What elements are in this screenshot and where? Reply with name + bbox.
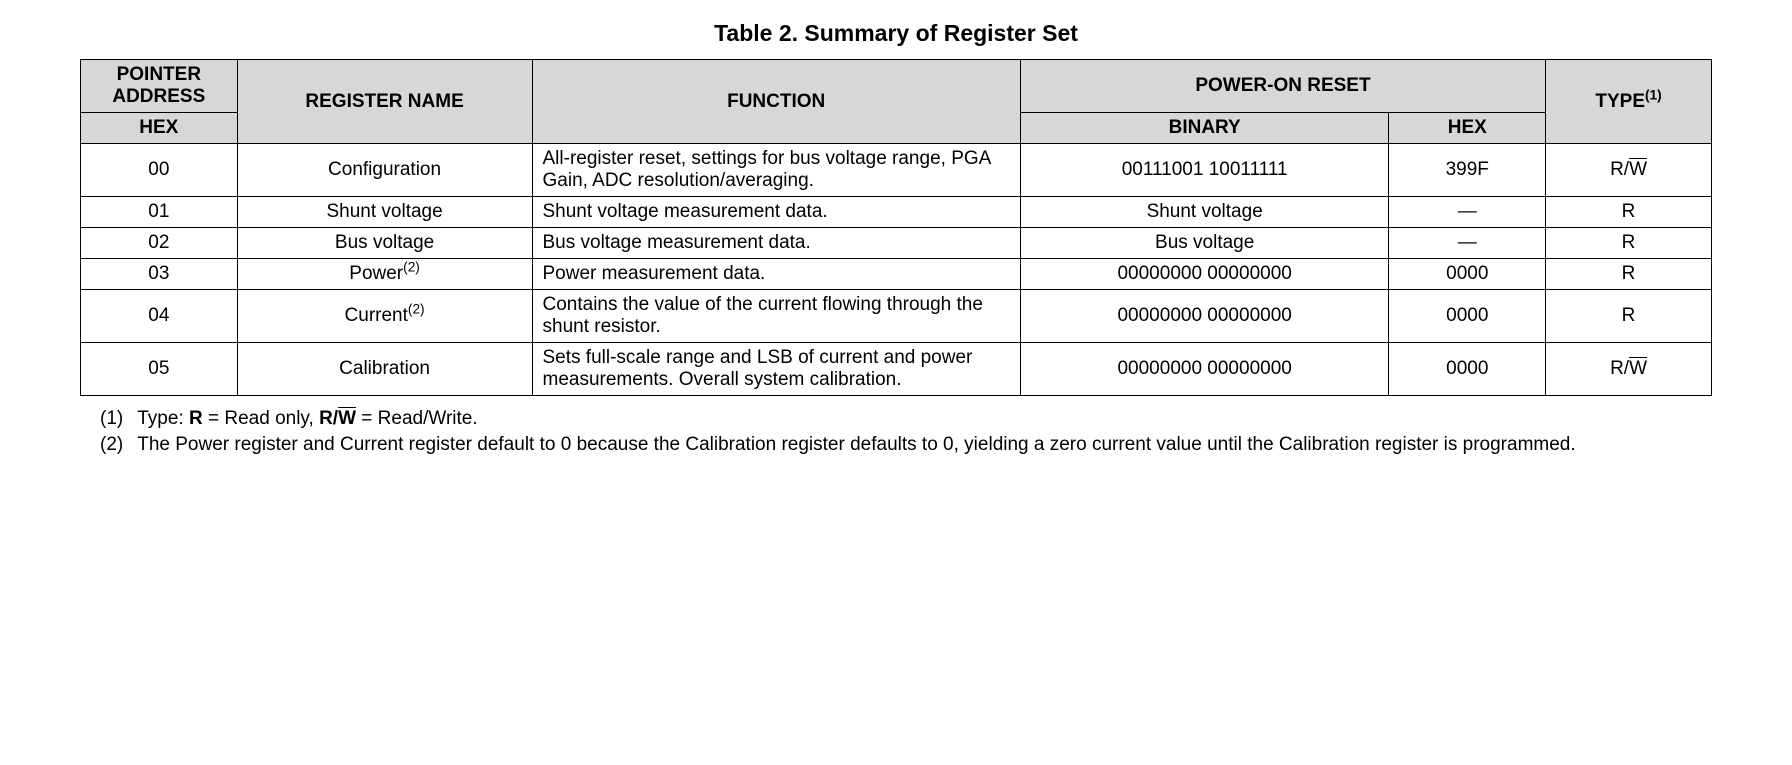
cell-hex-val: —	[1389, 228, 1546, 259]
table-row: 01Shunt voltageShunt voltage measurement…	[81, 197, 1712, 228]
register-name-text: Current	[345, 305, 408, 326]
cell-hex-val: 0000	[1389, 259, 1546, 290]
register-name-text: Bus voltage	[335, 232, 434, 253]
type-pre: R	[1622, 305, 1636, 326]
header-register-name: REGISTER NAME	[237, 60, 532, 144]
cell-type: R	[1546, 228, 1712, 259]
header-type-sup: (1)	[1645, 87, 1662, 102]
register-name-text: Shunt voltage	[326, 201, 442, 222]
cell-function: Shunt voltage measurement data.	[532, 197, 1020, 228]
cell-hex-address: 00	[81, 144, 238, 197]
register-name-text: Power	[349, 263, 403, 284]
header-type-label: TYPE	[1595, 91, 1645, 112]
table-row: 00 Configuration All-register reset, setti…	[81, 144, 1712, 197]
cell-binary: Shunt voltage	[1020, 197, 1389, 228]
cell-hex-val: 399F	[1389, 144, 1546, 197]
cell-hex-address: 04	[81, 290, 238, 343]
cell-register-name: Configuration	[237, 144, 532, 197]
table-row: 03Power(2)Power measurement data.0000000…	[81, 259, 1712, 290]
footnote: (1) Type: R = Read only, R/W = Read/Write…	[100, 406, 1712, 432]
cell-binary: Bus voltage	[1020, 228, 1389, 259]
header-function: FUNCTION	[532, 60, 1020, 144]
header-hex: HEX	[81, 113, 238, 144]
cell-register-name: Power(2)	[237, 259, 532, 290]
cell-register-name: Shunt voltage	[237, 197, 532, 228]
footnote-bold2: R/W	[319, 408, 356, 429]
footnote-text: The Power register and Current register …	[137, 432, 1712, 458]
table-row: 04Current(2)Contains the value of the cu…	[81, 290, 1712, 343]
cell-type: R/W	[1546, 144, 1712, 197]
footnote-text: Type: R = Read only, R/W = Read/Write.	[137, 406, 1712, 432]
table-row: 05 Calibration Sets full-scale range and L…	[81, 343, 1712, 396]
type-pre: R	[1622, 201, 1636, 222]
cell-hex-val: 0000	[1389, 290, 1546, 343]
cell-hex-address: 01	[81, 197, 238, 228]
cell-binary: 00000000 00000000	[1020, 290, 1389, 343]
footnote-number: (2)	[100, 432, 123, 458]
footnote-number: (1)	[100, 406, 123, 432]
footnote-bold2-over: W	[338, 408, 356, 429]
cell-register-name: Bus voltage	[237, 228, 532, 259]
cell-register-name: Current(2)	[237, 290, 532, 343]
type-pre: R	[1622, 263, 1636, 284]
table-body: 00 Configuration All-register reset, setti…	[81, 144, 1712, 396]
register-name-sup: (2)	[403, 260, 420, 275]
header-pointer-address: POINTER ADDRESS	[81, 60, 238, 113]
type-pre: R	[1622, 232, 1636, 253]
cell-function: Sets full-scale range and LSB of current…	[532, 343, 1020, 396]
cell-binary: 00000000 00000000	[1020, 343, 1389, 396]
register-name-text: Configuration	[328, 159, 441, 180]
cell-type: R	[1546, 290, 1712, 343]
footnote: (2) The Power register and Current regist…	[100, 432, 1712, 458]
footnote-pre: The Power register and Current register …	[137, 434, 1575, 455]
cell-function: Bus voltage measurement data.	[532, 228, 1020, 259]
header-hex-val: HEX	[1389, 113, 1546, 144]
type-pre: R/	[1610, 159, 1629, 180]
header-power-on-reset: POWER-ON RESET	[1020, 60, 1545, 113]
cell-function: Power measurement data.	[532, 259, 1020, 290]
cell-register-name: Calibration	[237, 343, 532, 396]
cell-hex-address: 05	[81, 343, 238, 396]
header-binary: BINARY	[1020, 113, 1389, 144]
type-over: W	[1629, 358, 1647, 379]
header-type: TYPE(1)	[1546, 60, 1712, 144]
cell-function: All-register reset, settings for bus vol…	[532, 144, 1020, 197]
table-row: 02Bus voltageBus voltage measurement dat…	[81, 228, 1712, 259]
register-table: POINTER ADDRESS REGISTER NAME FUNCTION P…	[80, 59, 1712, 396]
cell-type: R/W	[1546, 343, 1712, 396]
cell-function: Contains the value of the current flowin…	[532, 290, 1020, 343]
type-over: W	[1629, 159, 1647, 180]
footnote-mid1: = Read only,	[203, 408, 319, 429]
cell-hex-address: 03	[81, 259, 238, 290]
footnote-bold1: R	[189, 408, 203, 429]
cell-binary: 00111001 10011111	[1020, 144, 1389, 197]
footnote-bold2-pre: R/	[319, 408, 338, 429]
type-pre: R/	[1610, 358, 1629, 379]
footnotes: (1) Type: R = Read only, R/W = Read/Write…	[80, 406, 1712, 457]
register-name-sup: (2)	[408, 302, 425, 317]
cell-binary: 00000000 00000000	[1020, 259, 1389, 290]
cell-hex-val: —	[1389, 197, 1546, 228]
table-title: Table 2. Summary of Register Set	[80, 20, 1712, 47]
cell-hex-val: 0000	[1389, 343, 1546, 396]
register-name-text: Calibration	[339, 358, 430, 379]
cell-type: R	[1546, 197, 1712, 228]
cell-type: R	[1546, 259, 1712, 290]
footnote-pre: Type:	[137, 408, 189, 429]
cell-hex-address: 02	[81, 228, 238, 259]
footnote-post: = Read/Write.	[356, 408, 478, 429]
